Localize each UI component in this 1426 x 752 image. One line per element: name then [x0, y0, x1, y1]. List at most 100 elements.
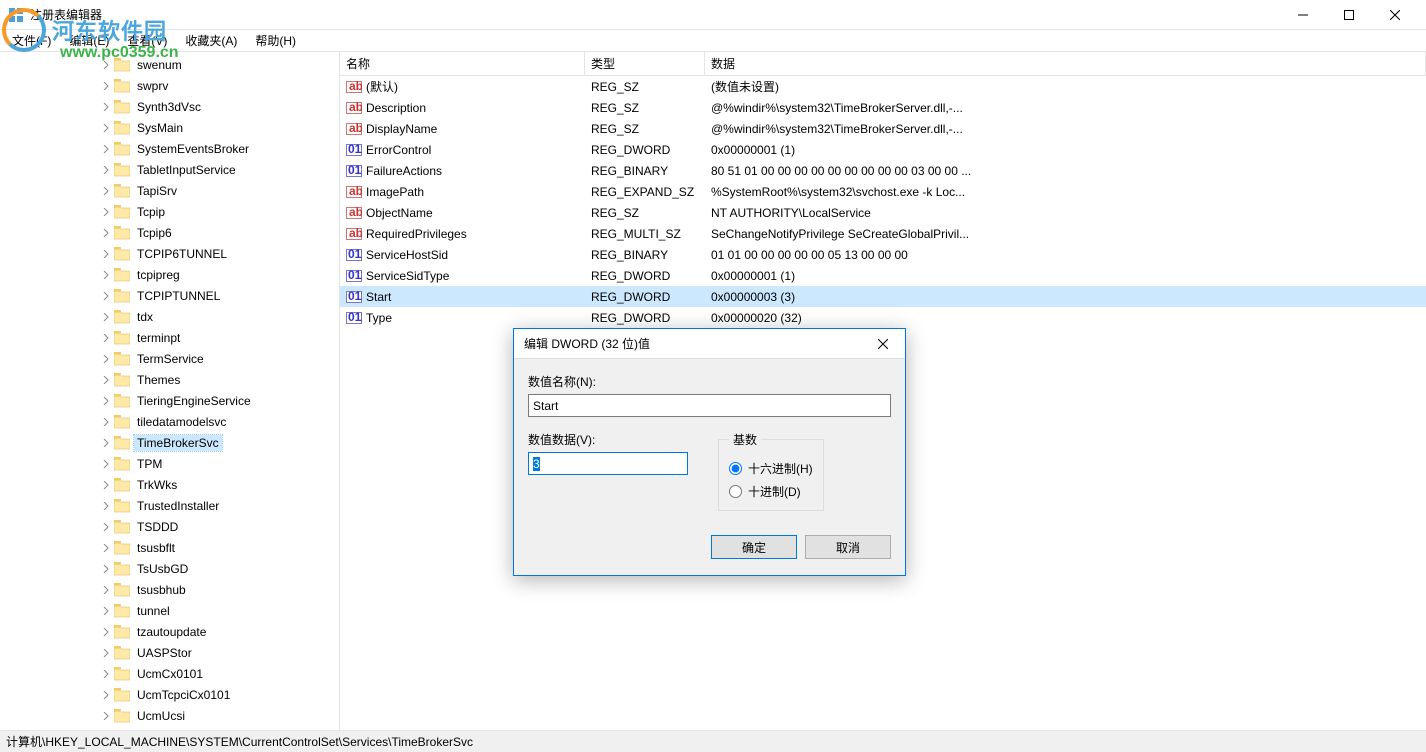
column-data[interactable]: 数据 — [705, 52, 1426, 75]
chevron-right-icon[interactable] — [100, 374, 112, 386]
tree-item[interactable]: TimeBrokerSvc — [0, 432, 339, 453]
list-row[interactable]: ServiceHostSid REG_BINARY 01 01 00 00 00… — [340, 244, 1426, 265]
chevron-right-icon[interactable] — [100, 185, 112, 197]
ok-button[interactable]: 确定 — [711, 535, 797, 559]
tree-item[interactable]: TermService — [0, 348, 339, 369]
chevron-right-icon[interactable] — [100, 479, 112, 491]
close-button[interactable] — [1372, 0, 1418, 30]
tree-item[interactable]: TrustedInstaller — [0, 495, 339, 516]
tree-item[interactable]: TieringEngineService — [0, 390, 339, 411]
tree-item[interactable]: TsUsbGD — [0, 558, 339, 579]
column-name[interactable]: 名称 — [340, 52, 585, 75]
radix-dec-row[interactable]: 十进制(D) — [729, 483, 813, 500]
tree-item[interactable]: TCPIP6TUNNEL — [0, 243, 339, 264]
chevron-right-icon[interactable] — [100, 521, 112, 533]
value-data-input[interactable] — [528, 452, 688, 475]
list-row[interactable]: DisplayName REG_SZ @%windir%\system32\Ti… — [340, 118, 1426, 139]
tree-item[interactable]: Tcpip — [0, 201, 339, 222]
chevron-right-icon[interactable] — [100, 416, 112, 428]
list-row[interactable]: ImagePath REG_EXPAND_SZ %SystemRoot%\sys… — [340, 181, 1426, 202]
tree-item[interactable]: tsusbhub — [0, 579, 339, 600]
chevron-right-icon[interactable] — [100, 164, 112, 176]
chevron-right-icon[interactable] — [100, 668, 112, 680]
radix-hex-row[interactable]: 十六进制(H) — [729, 460, 813, 477]
tree-item[interactable]: TapiSrv — [0, 180, 339, 201]
radix-dec-radio[interactable] — [729, 485, 742, 498]
tree-item[interactable]: TabletInputService — [0, 159, 339, 180]
menu-favorites[interactable]: 收藏夹(A) — [177, 30, 245, 51]
dialog-close-button[interactable] — [863, 330, 903, 358]
tree-item[interactable]: Tcpip6 — [0, 222, 339, 243]
menu-help[interactable]: 帮助(H) — [247, 30, 304, 51]
list-row[interactable]: (默认) REG_SZ (数值未设置) — [340, 76, 1426, 97]
tree-item[interactable]: Synth3dVsc — [0, 96, 339, 117]
tree-item[interactable]: tiledatamodelsvc — [0, 411, 339, 432]
chevron-right-icon[interactable] — [100, 605, 112, 617]
menu-edit[interactable]: 编辑(E) — [61, 30, 117, 51]
radix-hex-radio[interactable] — [729, 462, 742, 475]
chevron-right-icon[interactable] — [100, 542, 112, 554]
tree-item[interactable]: tzautoupdate — [0, 621, 339, 642]
minimize-button[interactable] — [1280, 0, 1326, 30]
column-type[interactable]: 类型 — [585, 52, 705, 75]
tree-item[interactable]: swprv — [0, 75, 339, 96]
chevron-right-icon[interactable] — [100, 101, 112, 113]
chevron-right-icon[interactable] — [100, 563, 112, 575]
cancel-button[interactable]: 取消 — [805, 535, 891, 559]
chevron-right-icon[interactable] — [100, 584, 112, 596]
chevron-right-icon[interactable] — [100, 458, 112, 470]
chevron-right-icon[interactable] — [100, 248, 112, 260]
chevron-right-icon[interactable] — [100, 500, 112, 512]
chevron-right-icon[interactable] — [100, 143, 112, 155]
tree-item[interactable]: UcmUcsi — [0, 705, 339, 726]
tree-item[interactable]: terminpt — [0, 327, 339, 348]
chevron-right-icon[interactable] — [100, 59, 112, 71]
list-row[interactable]: ObjectName REG_SZ NT AUTHORITY\LocalServ… — [340, 202, 1426, 223]
tree-item[interactable]: Ucx01000 — [0, 726, 339, 730]
chevron-right-icon[interactable] — [100, 206, 112, 218]
chevron-right-icon[interactable] — [100, 437, 112, 449]
chevron-right-icon[interactable] — [100, 290, 112, 302]
tree-item[interactable]: tcpipreg — [0, 264, 339, 285]
tree-item[interactable]: tdx — [0, 306, 339, 327]
chevron-right-icon[interactable] — [100, 353, 112, 365]
menu-file[interactable]: 文件(F) — [4, 30, 59, 51]
list-row[interactable]: Description REG_SZ @%windir%\system32\Ti… — [340, 97, 1426, 118]
tree-item[interactable]: tsusbflt — [0, 537, 339, 558]
tree-item[interactable]: TPM — [0, 453, 339, 474]
list-row[interactable]: FailureActions REG_BINARY 80 51 01 00 00… — [340, 160, 1426, 181]
list-row[interactable]: RequiredPrivileges REG_MULTI_SZ SeChange… — [340, 223, 1426, 244]
tree-item[interactable]: SysMain — [0, 117, 339, 138]
list-row[interactable]: Start REG_DWORD 0x00000003 (3) — [340, 286, 1426, 307]
tree-item[interactable]: TSDDD — [0, 516, 339, 537]
chevron-right-icon[interactable] — [100, 626, 112, 638]
chevron-right-icon[interactable] — [100, 689, 112, 701]
tree-item[interactable]: SystemEventsBroker — [0, 138, 339, 159]
folder-icon — [114, 562, 130, 576]
tree-item[interactable]: TrkWks — [0, 474, 339, 495]
menu-view[interactable]: 查看(V) — [119, 30, 175, 51]
chevron-right-icon[interactable] — [100, 227, 112, 239]
list-row[interactable]: ServiceSidType REG_DWORD 0x00000001 (1) — [340, 265, 1426, 286]
tree-panel[interactable]: swenum swprv Synth3dVsc SysMain SystemEv… — [0, 52, 340, 730]
tree-item[interactable]: tunnel — [0, 600, 339, 621]
maximize-button[interactable] — [1326, 0, 1372, 30]
list-row[interactable]: ErrorControl REG_DWORD 0x00000001 (1) — [340, 139, 1426, 160]
value-name-input[interactable] — [528, 394, 891, 417]
list-row[interactable]: Type REG_DWORD 0x00000020 (32) — [340, 307, 1426, 328]
chevron-right-icon[interactable] — [100, 80, 112, 92]
dialog-titlebar[interactable]: 编辑 DWORD (32 位)值 — [514, 329, 905, 359]
tree-item[interactable]: TCPIPTUNNEL — [0, 285, 339, 306]
tree-item[interactable]: UcmTcpciCx0101 — [0, 684, 339, 705]
chevron-right-icon[interactable] — [100, 122, 112, 134]
tree-item[interactable]: UASPStor — [0, 642, 339, 663]
tree-item[interactable]: Themes — [0, 369, 339, 390]
chevron-right-icon[interactable] — [100, 311, 112, 323]
chevron-right-icon[interactable] — [100, 647, 112, 659]
chevron-right-icon[interactable] — [100, 395, 112, 407]
tree-item[interactable]: swenum — [0, 54, 339, 75]
chevron-right-icon[interactable] — [100, 332, 112, 344]
tree-item[interactable]: UcmCx0101 — [0, 663, 339, 684]
chevron-right-icon[interactable] — [100, 710, 112, 722]
chevron-right-icon[interactable] — [100, 269, 112, 281]
